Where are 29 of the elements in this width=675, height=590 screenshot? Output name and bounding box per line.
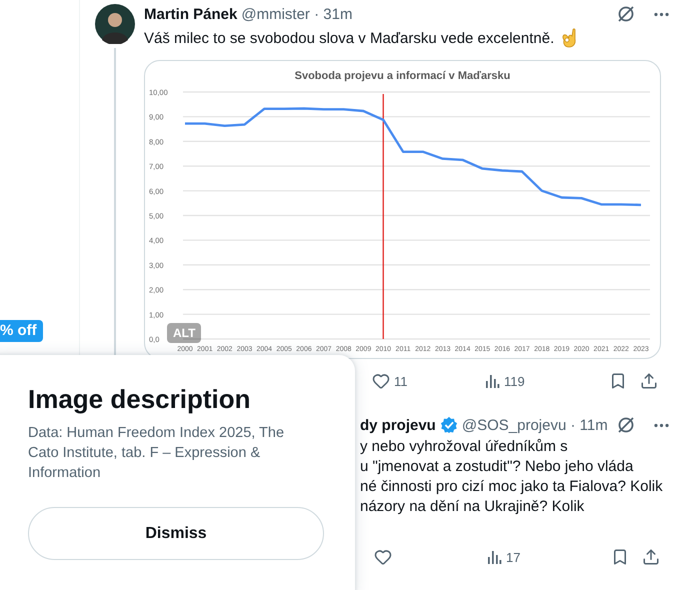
slashed-circle-icon[interactable] [616, 415, 636, 435]
bookmark-icon[interactable] [609, 372, 627, 390]
views-count: 119 [504, 374, 525, 388]
post-text-line: názory na dění na Ukrajině? Kolik [360, 497, 586, 517]
chart-title: Svoboda projevu a informací v Maďarsku [294, 70, 510, 82]
bookmark-icon[interactable] [611, 548, 629, 566]
discount-badge: % off [0, 320, 43, 342]
post-text-line: y nebo vyhrožoval úředníkům s [360, 437, 569, 457]
ok-hand-icon [560, 28, 578, 48]
share-icon[interactable] [642, 548, 660, 566]
avatar[interactable] [95, 4, 135, 44]
dismiss-button[interactable]: Dismiss [28, 507, 324, 560]
post-text-line: né činnosti pro cizí moc jako ta Fialova? Kolik [360, 477, 664, 497]
views-icon[interactable] [486, 549, 502, 565]
slashed-circle-icon[interactable] [616, 4, 636, 24]
author-handle-time[interactable]: @SOS_projevu · 11m [462, 416, 608, 434]
like-count: 11 [394, 374, 408, 388]
share-icon[interactable] [640, 372, 658, 390]
post-text-line: u "jmenovat a zostudit"? Nebo jeho vláda [360, 457, 634, 477]
popup-title: Image description [28, 383, 252, 415]
like-icon[interactable] [374, 548, 392, 566]
author-name[interactable]: Martin Pánek [144, 6, 238, 22]
views-count: 17 [506, 550, 520, 564]
views-icon[interactable] [484, 373, 500, 389]
post-text: Váš milec to se svobodou slova v Maďarsku vede excelentně. [144, 30, 554, 46]
author-name[interactable]: dy projevu [360, 416, 436, 434]
like-icon[interactable] [372, 372, 390, 390]
popup-description: Data: Human Freedom Index 2025, The Cato Institute, tab. F – Expression & Information [28, 424, 286, 483]
author-handle-time[interactable]: @mmister · 31m [241, 6, 352, 22]
